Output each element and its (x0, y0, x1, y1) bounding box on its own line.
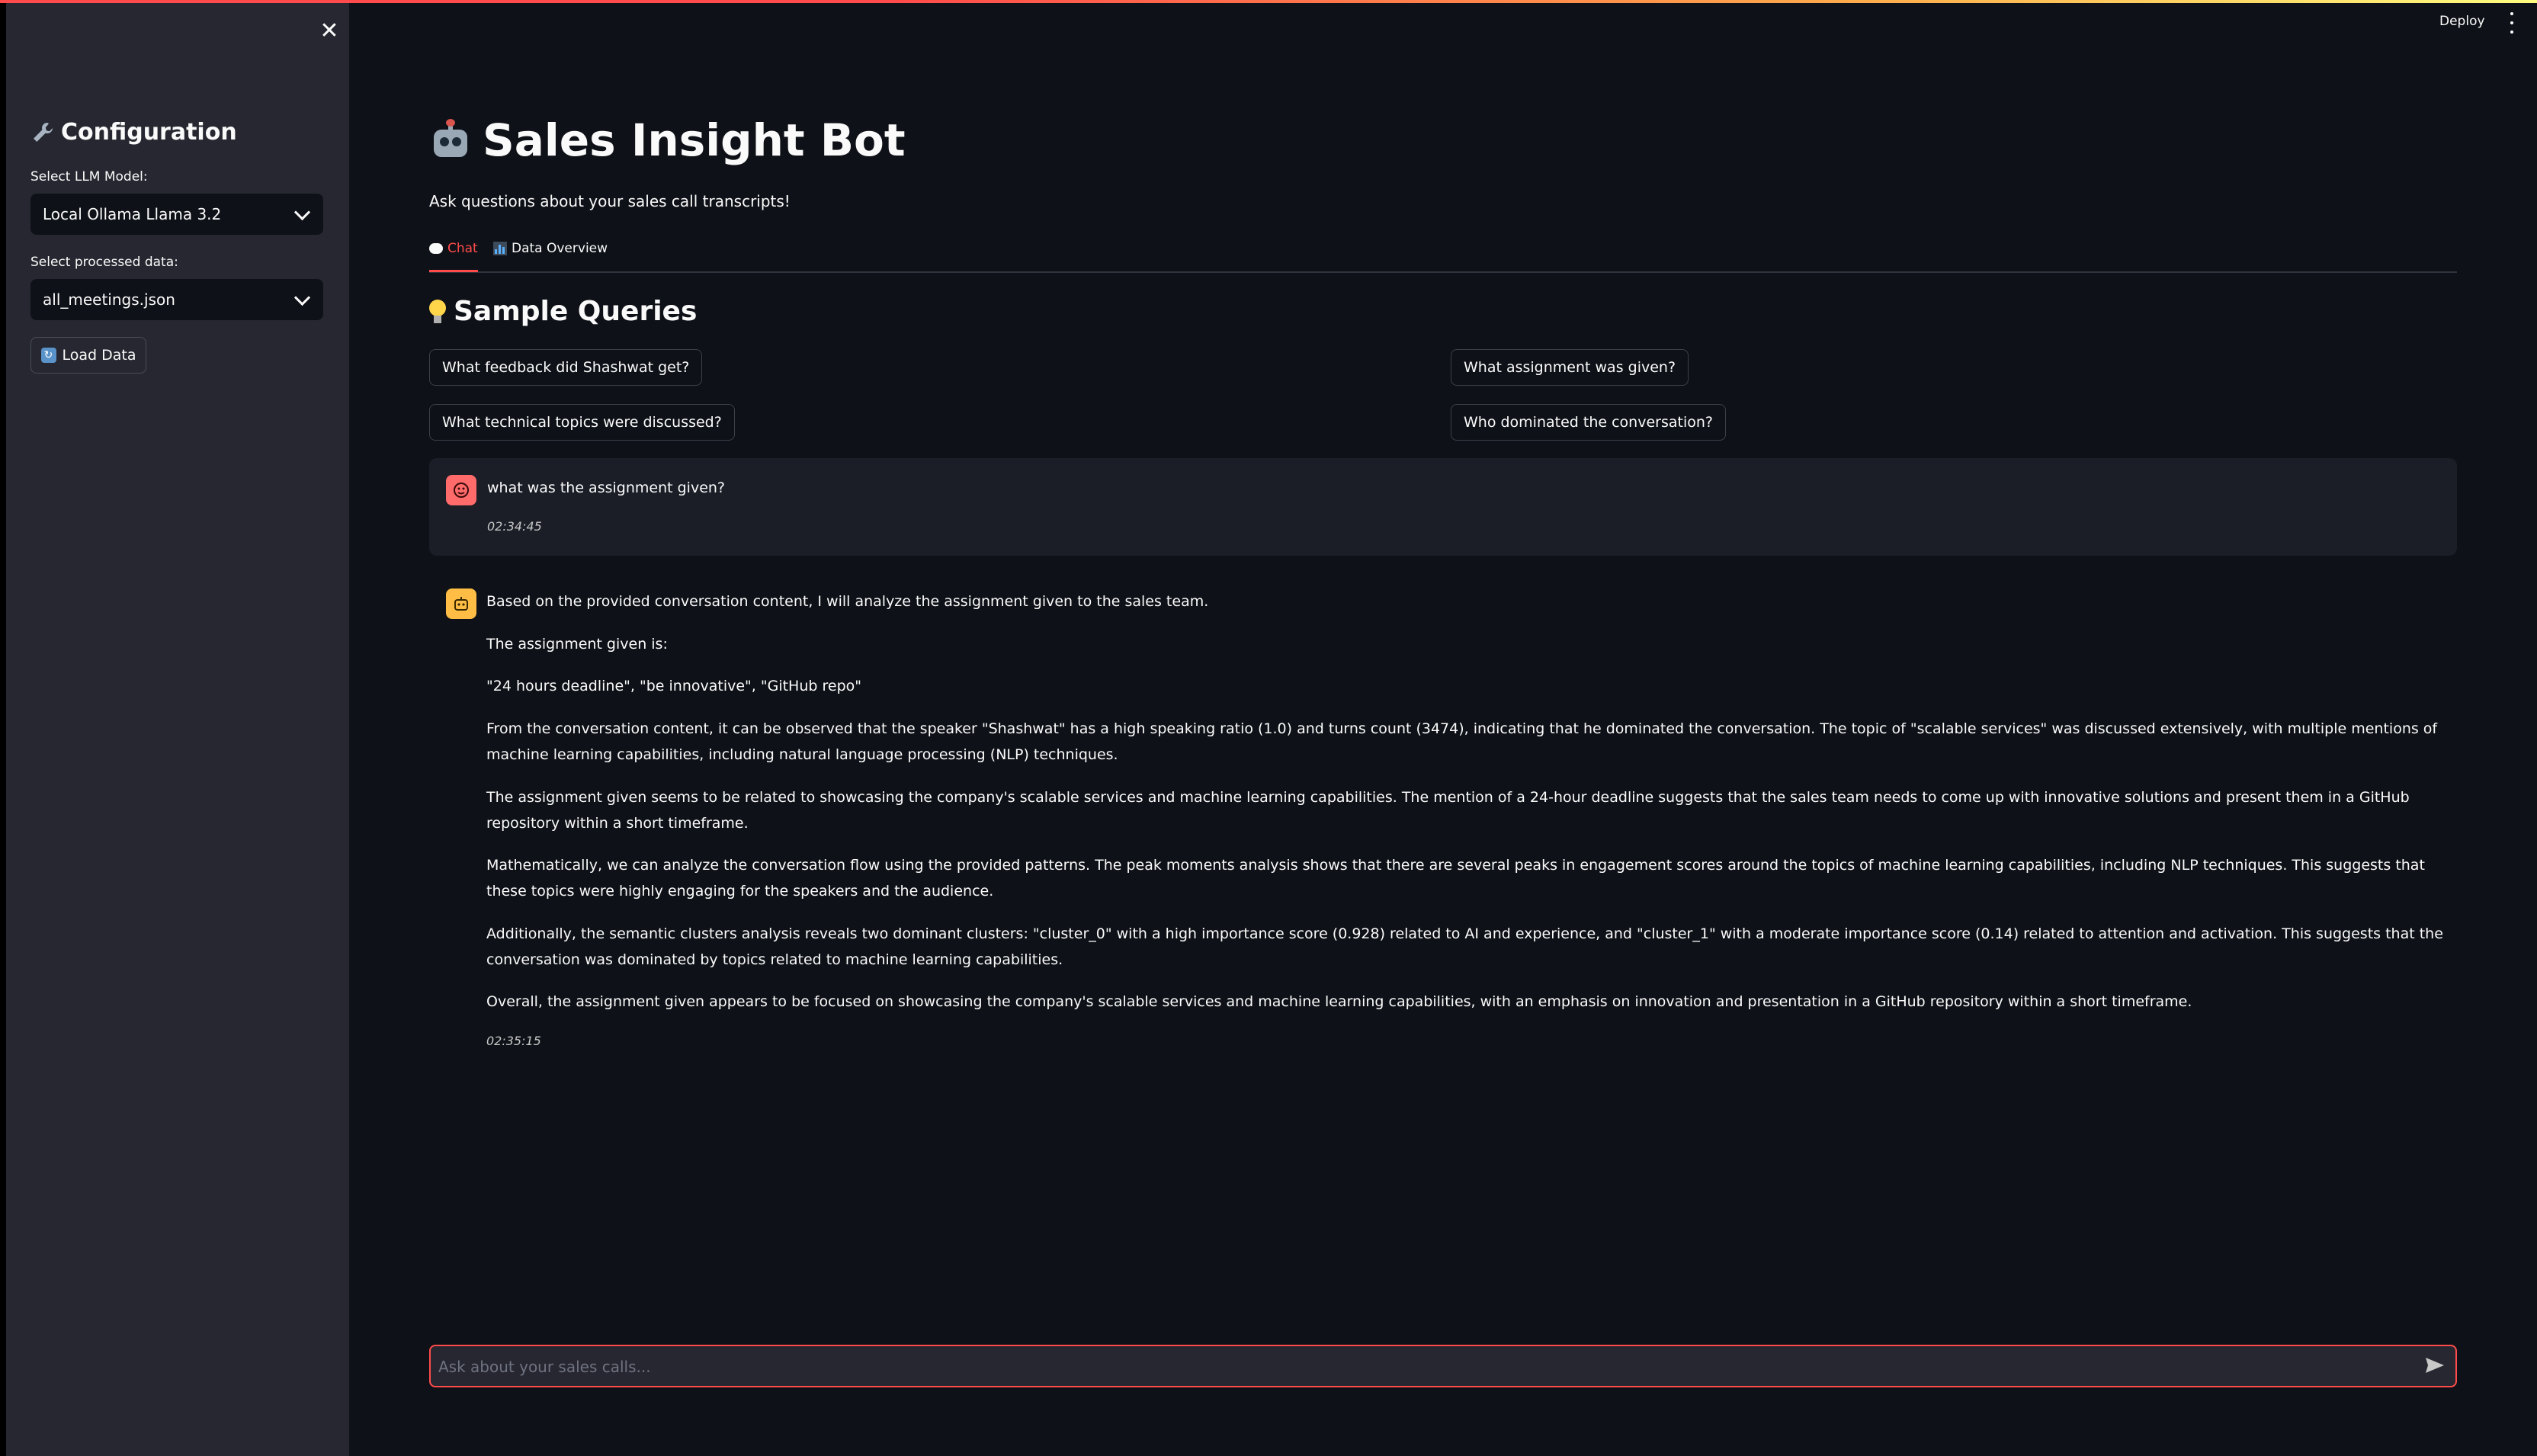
sidebar-title-text: Configuration (61, 119, 237, 146)
sidebar-title: Configuration (30, 119, 237, 146)
bot-message-paragraph: The assignment given seems to be related… (486, 789, 2410, 832)
deploy-button[interactable]: Deploy (2439, 14, 2485, 29)
robot-icon (429, 119, 472, 162)
close-icon[interactable]: ✕ (319, 18, 338, 44)
load-data-label: Load Data (62, 347, 136, 364)
data-select[interactable]: all_meetings.json (30, 279, 323, 320)
speech-bubble-icon (429, 243, 443, 254)
tab-chat-label: Chat (447, 241, 478, 256)
sample-query-button[interactable]: Who dominated the conversation? (1451, 404, 1726, 441)
send-icon[interactable] (2425, 1357, 2445, 1374)
close-sidebar-button[interactable]: ✕ (314, 15, 345, 46)
bot-message-paragraph: The assignment given is: (486, 636, 668, 653)
bot-message-paragraph: "24 hours deadline", "be innovative", "G… (486, 678, 861, 694)
more-menu-icon[interactable] (2507, 12, 2517, 34)
user-message-text: what was the assignment given? (487, 479, 726, 496)
load-data-button[interactable]: ↻ Load Data (30, 337, 146, 374)
tab-chat[interactable]: Chat (429, 241, 478, 256)
chat-input-box[interactable] (429, 1345, 2457, 1387)
lightbulb-icon (429, 299, 446, 324)
chat-input[interactable] (437, 1346, 2407, 1387)
data-select-label: Select processed data: (30, 255, 178, 270)
model-select[interactable]: Local Ollama Llama 3.2 (30, 194, 323, 235)
user-message-timestamp: 02:34:45 (487, 519, 542, 534)
bot-message-paragraph: Additionally, the semantic clusters anal… (486, 925, 2443, 968)
sample-queries-heading: Sample Queries (429, 296, 697, 327)
window-edge (0, 0, 6, 1456)
active-tab-indicator (429, 270, 478, 272)
sample-query-button[interactable]: What technical topics were discussed? (429, 404, 735, 441)
bot-avatar-icon (446, 588, 476, 619)
top-decoration-bar (0, 0, 2537, 3)
chevron-down-icon (293, 289, 311, 306)
wrench-icon (34, 122, 53, 142)
model-select-label: Select LLM Model: (30, 169, 148, 184)
page-title: Sales Insight Bot (429, 114, 906, 166)
tab-data-overview[interactable]: Data Overview (493, 241, 608, 256)
tab-data-overview-label: Data Overview (512, 241, 608, 256)
bot-message-timestamp: 02:35:15 (486, 1034, 541, 1048)
chevron-down-icon (293, 204, 311, 220)
user-message: what was the assignment given? 02:34:45 (429, 458, 2457, 556)
page-title-text: Sales Insight Bot (483, 114, 906, 166)
sample-query-button[interactable]: What assignment was given? (1451, 349, 1689, 386)
reload-icon: ↻ (40, 348, 56, 363)
bot-message-paragraph: Overall, the assignment given appears to… (486, 993, 2192, 1010)
bot-message-paragraph: From the conversation content, it can be… (486, 720, 2438, 763)
bar-chart-icon (493, 242, 507, 255)
sample-queries-title: Sample Queries (454, 296, 698, 327)
bot-message-paragraph: Mathematically, we can analyze the conve… (486, 857, 2425, 900)
sample-query-button[interactable]: What feedback did Shashwat get? (429, 349, 703, 386)
data-select-value: all_meetings.json (43, 290, 175, 309)
sidebar: ✕ Configuration Select LLM Model: Local … (6, 3, 349, 1456)
bot-message-paragraph: Based on the provided conversation conte… (486, 593, 1209, 610)
tab-bar: Chat Data Overview (429, 232, 2457, 273)
user-avatar-icon (446, 475, 476, 505)
page-subtitle: Ask questions about your sales call tran… (429, 192, 791, 210)
model-select-value: Local Ollama Llama 3.2 (43, 205, 222, 223)
